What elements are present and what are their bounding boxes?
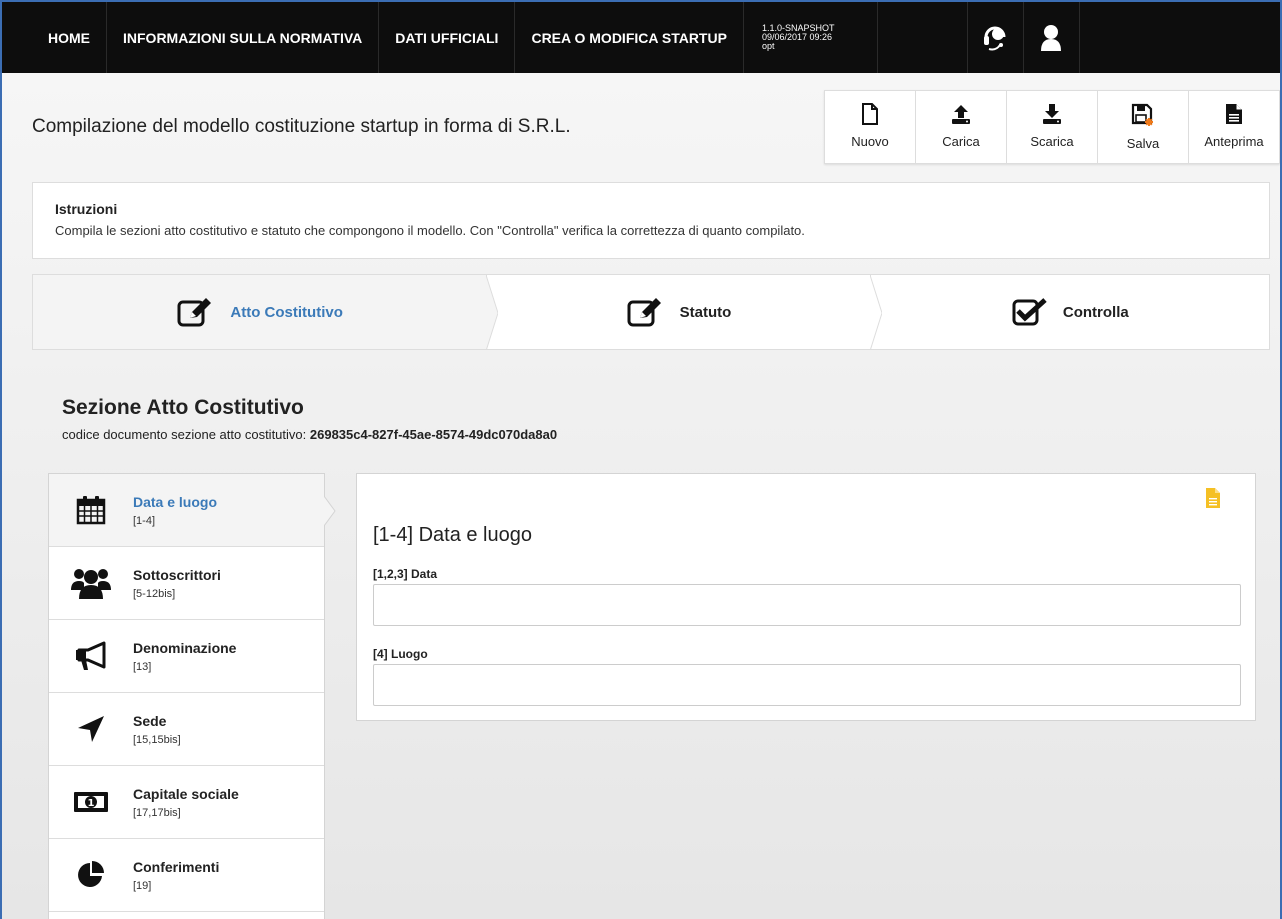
sidemenu-item-ref: [5-12bis] xyxy=(133,587,176,600)
money-icon: 1 xyxy=(74,792,108,812)
version-env: opt xyxy=(761,41,775,51)
sidemenu-item-ref: [17,17bis] xyxy=(133,806,181,819)
new-button-label: Nuovo xyxy=(851,134,889,149)
page-title: Compilazione del modello costituzione st… xyxy=(32,116,571,137)
sidemenu-item-ref: [13] xyxy=(133,660,152,673)
step-atto-costitutivo-label: Atto Costitutivo xyxy=(230,303,343,321)
checkbox-icon xyxy=(1012,298,1047,326)
step-atto-costitutivo[interactable]: Atto Costitutivo xyxy=(33,275,499,349)
upload-icon xyxy=(952,105,970,124)
sidemenu-item-ref: [19] xyxy=(133,879,152,892)
luogo-field-label: [4] Luogo xyxy=(373,647,428,661)
upload-button-label: Carica xyxy=(942,134,980,149)
new-button[interactable]: Nuovo xyxy=(825,91,916,163)
nav-informazioni-normativa[interactable]: INFORMAZIONI SULLA NORMATIVA xyxy=(107,2,380,73)
sidemenu-item-label: Sede xyxy=(133,712,167,729)
wizard-steps: Atto Costitutivo Statuto Controlla xyxy=(32,274,1270,350)
step-controlla[interactable]: Controlla xyxy=(869,275,1269,349)
sidemenu-item-label: Sottoscrittori xyxy=(133,566,221,583)
sidemenu-item-data-luogo[interactable]: Data e luogo [1-4] xyxy=(49,474,336,547)
section-code-value: 269835c4-827f-45ae-8574-49dc070da8a0 xyxy=(309,427,558,442)
nav-crea-modifica-startup[interactable]: CREA O MODIFICA STARTUP xyxy=(515,2,744,73)
download-button[interactable]: Scarica xyxy=(1007,91,1098,163)
sidemenu-item-sede[interactable]: Sede [15,15bis] xyxy=(49,693,324,766)
edit-icon xyxy=(627,298,661,327)
document-toolbar: Nuovo Carica Scarica Salva Anteprima xyxy=(824,90,1280,164)
calendar-icon xyxy=(76,496,106,525)
new-file-icon xyxy=(862,103,878,125)
download-icon xyxy=(1043,104,1061,124)
save-button-label: Salva xyxy=(1126,136,1160,151)
sidemenu-item-label: Data e luogo xyxy=(133,493,218,510)
user-icon xyxy=(1041,24,1062,51)
section-title: Sezione Atto Costitutivo xyxy=(62,396,304,419)
sidemenu-item-denominazione[interactable]: Denominazione [13] xyxy=(49,620,324,693)
section-code: codice documento sezione atto costitutiv… xyxy=(62,427,557,442)
nav-dati-ufficiali[interactable]: DATI UFFICIALI xyxy=(379,2,516,73)
preview-icon xyxy=(1226,104,1242,124)
step-separator-arrow xyxy=(869,275,882,349)
sidemenu-item-capitale-sociale[interactable]: 1 Capitale sociale [17,17bis] xyxy=(49,766,324,839)
version-info: 1.1.0-SNAPSHOT 09/06/2017 09:26 opt xyxy=(744,2,878,73)
save-button[interactable]: Salva xyxy=(1098,91,1189,163)
user-button[interactable] xyxy=(1024,2,1080,73)
app-frame: HOME INFORMAZIONI SULLA NORMATIVA DATI U… xyxy=(0,0,1282,919)
instructions-box: Istruzioni Compila le sezioni atto costi… xyxy=(32,182,1270,259)
upload-button[interactable]: Carica xyxy=(916,91,1007,163)
users-icon xyxy=(71,569,111,599)
sidemenu-item-conferimenti[interactable]: Conferimenti [19] xyxy=(49,839,324,912)
support-button[interactable] xyxy=(968,2,1024,73)
download-button-label: Scarica xyxy=(1030,134,1074,149)
nav-home[interactable]: HOME xyxy=(2,2,107,73)
support-headset-icon xyxy=(984,26,1006,50)
active-item-arrow xyxy=(324,496,336,526)
save-icon xyxy=(1131,103,1153,126)
luogo-field[interactable] xyxy=(373,664,1241,706)
sidemenu-item-label: Denominazione xyxy=(133,639,237,656)
svg-text:1: 1 xyxy=(88,798,95,809)
nav-spacer xyxy=(878,2,968,73)
document-icon[interactable] xyxy=(1205,487,1221,509)
form-panel: [1-4] Data e luogo [1,2,3] Data [4] Luog… xyxy=(356,473,1256,721)
section-sidemenu: Data e luogo [1-4] Sottoscrittori [5-12b… xyxy=(48,473,336,919)
pie-chart-icon xyxy=(78,861,104,887)
top-navbar: HOME INFORMAZIONI SULLA NORMATIVA DATI U… xyxy=(2,2,1280,73)
instructions-heading: Istruzioni xyxy=(55,201,118,217)
edit-icon xyxy=(177,298,212,327)
preview-button-label: Anteprima xyxy=(1204,134,1264,149)
step-separator-arrow xyxy=(486,275,499,349)
preview-button[interactable]: Anteprima xyxy=(1189,91,1279,163)
form-title: [1-4] Data e luogo xyxy=(373,524,532,546)
sidemenu-item-sottoscrittori[interactable]: Sottoscrittori [5-12bis] xyxy=(49,547,324,620)
sidemenu-item-label: Conferimenti xyxy=(133,858,220,875)
megaphone-icon xyxy=(76,641,106,670)
sidemenu-item-ref: [15,15bis] xyxy=(133,733,181,746)
sidemenu-item-ref: [1-4] xyxy=(133,514,156,527)
section-code-label: codice documento sezione atto costitutiv… xyxy=(62,427,307,442)
step-statuto-label: Statuto xyxy=(679,303,732,321)
step-controlla-label: Controlla xyxy=(1062,303,1129,321)
sidemenu-item-label: Capitale sociale xyxy=(133,785,239,802)
data-field-label: [1,2,3] Data xyxy=(373,567,438,581)
step-statuto[interactable]: Statuto xyxy=(486,275,882,349)
instructions-text: Compila le sezioni atto costitutivo e st… xyxy=(55,223,805,238)
version-date: 09/06/2017 09:26 xyxy=(761,32,833,42)
location-arrow-icon xyxy=(78,716,104,742)
data-field[interactable] xyxy=(373,584,1241,626)
